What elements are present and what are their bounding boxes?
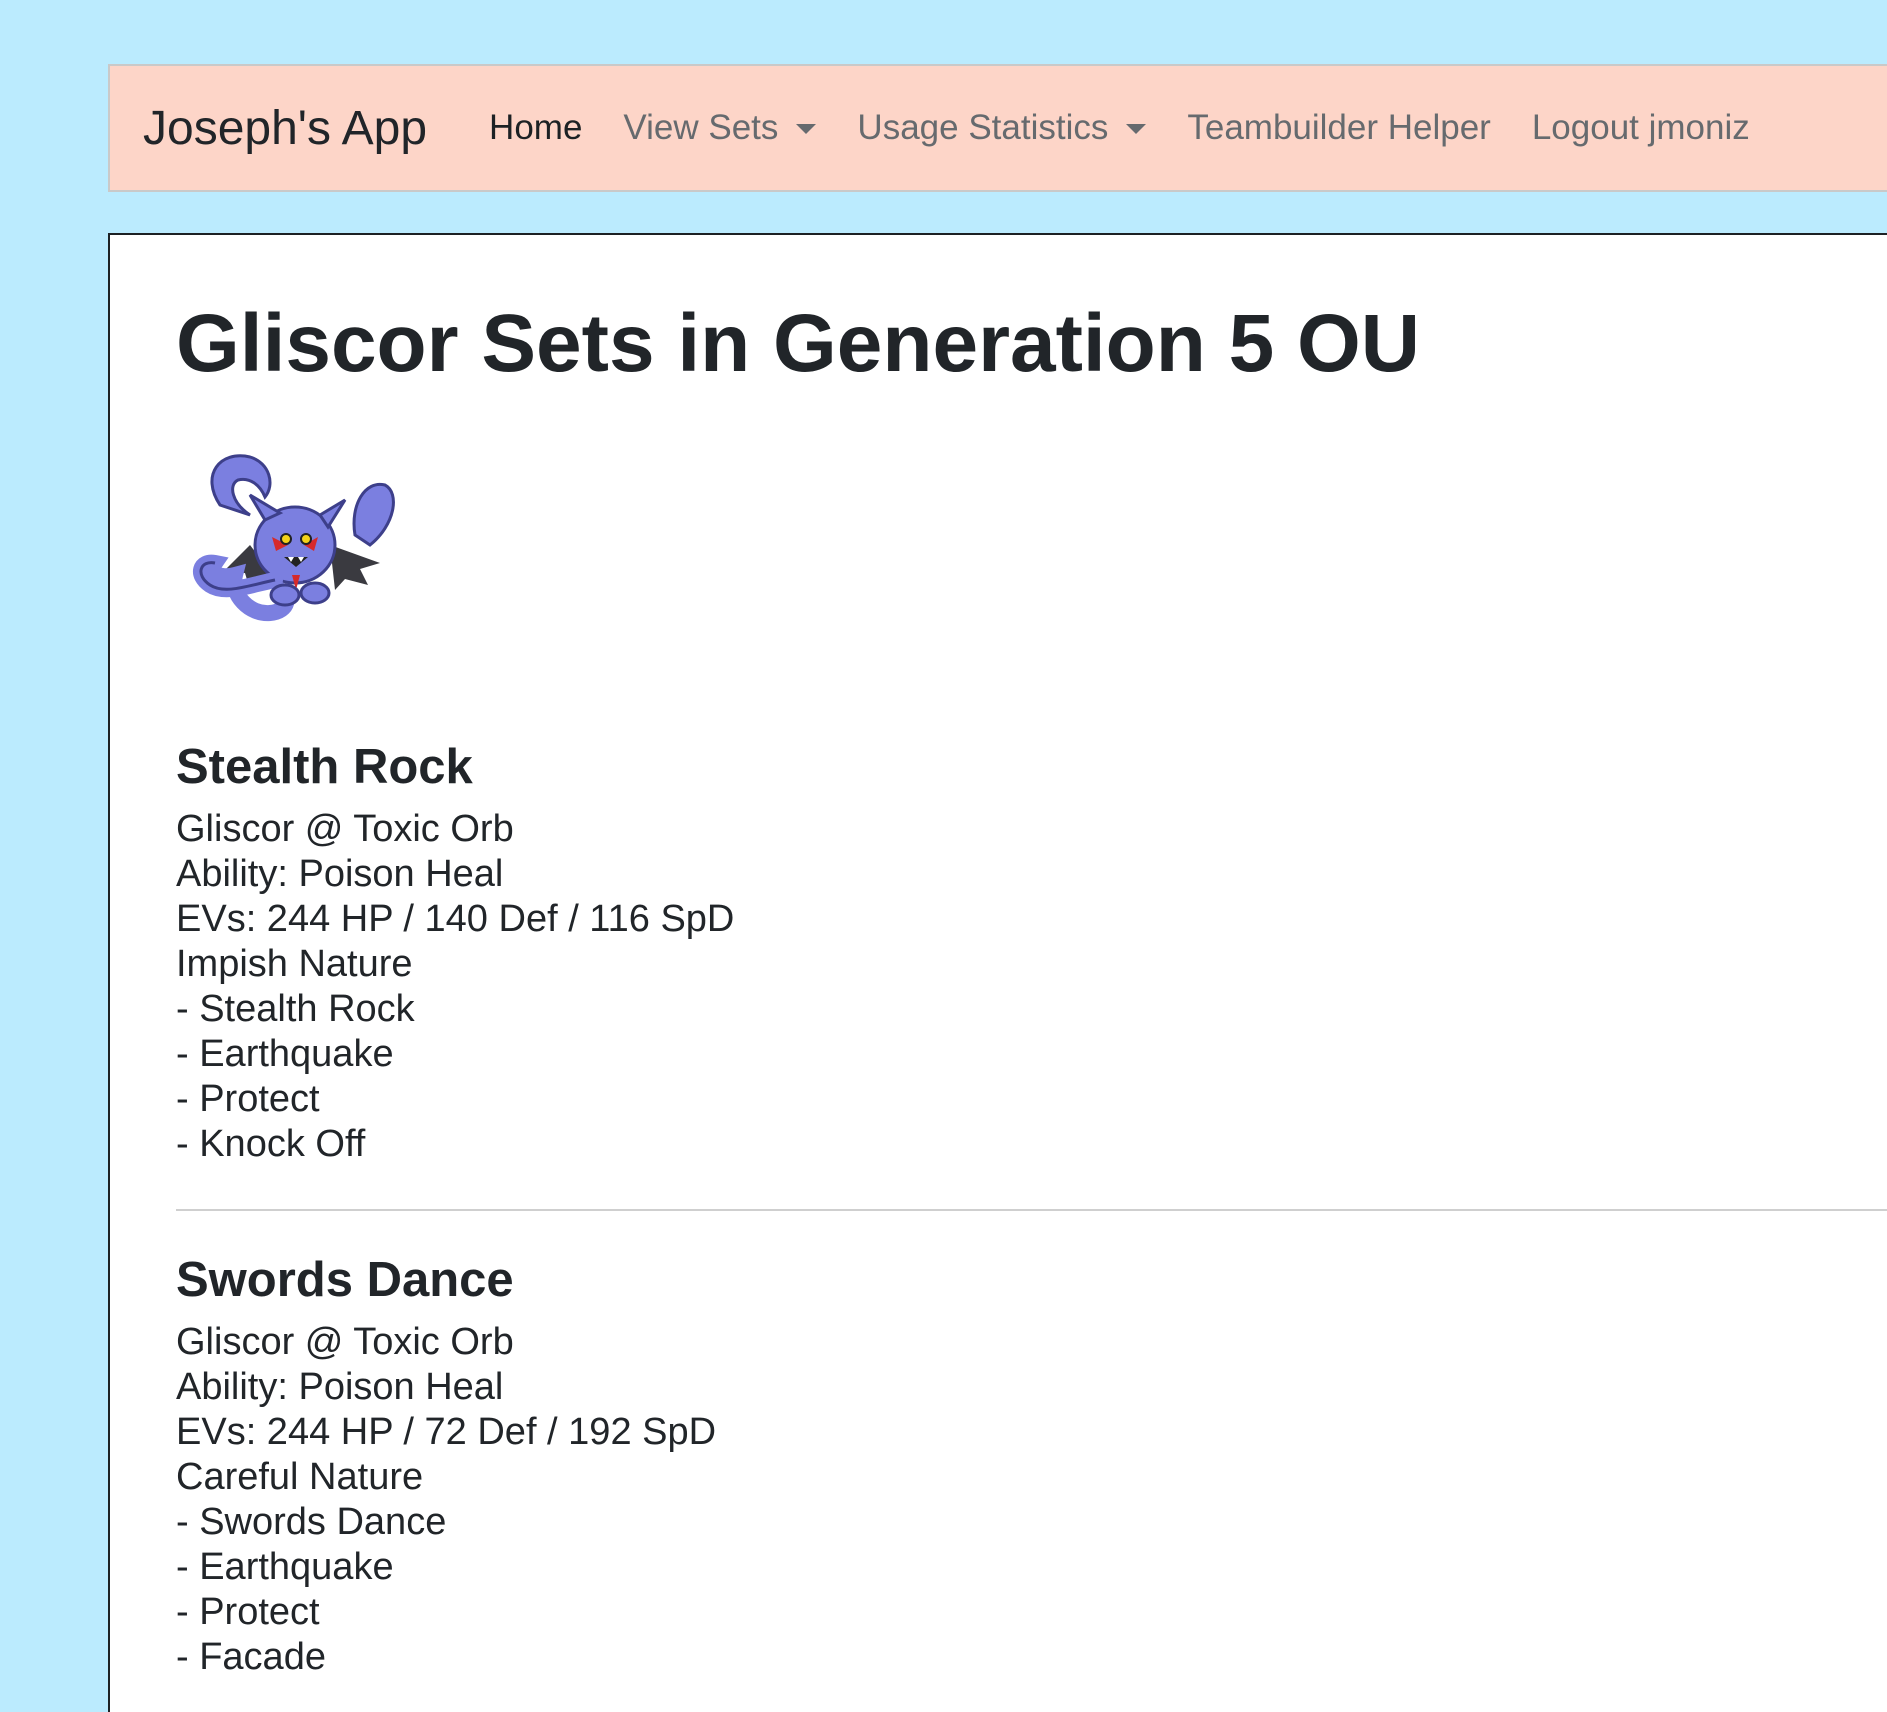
gliscor-sprite-icon [180, 445, 440, 645]
nav-teambuilder-helper-label: Teambuilder Helper [1187, 108, 1491, 147]
nav-view-sets-label: View Sets [623, 108, 779, 147]
main-content: Gliscor Sets in Generation 5 OU Stealth … [108, 233, 1887, 1712]
set-card-stealth-rock: Stealth Rock Gliscor @ Toxic Orb Ability… [176, 738, 1876, 1167]
set-divider [176, 1209, 1887, 1211]
set-nature-line: Careful Nature [176, 1455, 424, 1498]
set-evs-line: EVs: 244 HP / 140 Def / 116 SpD [176, 897, 735, 940]
set-move-line: - Protect [176, 1590, 320, 1633]
set-move-line: - Protect [176, 1077, 320, 1120]
nav-home[interactable]: Home [489, 108, 582, 148]
set-title: Swords Dance [176, 1253, 514, 1307]
top-navbar: Joseph's App Home View Sets Usage Statis… [108, 64, 1887, 192]
set-move-line: - Knock Off [176, 1122, 366, 1165]
set-move-line: - Stealth Rock [176, 987, 415, 1030]
set-nature-line: Impish Nature [176, 942, 413, 985]
set-card-swords-dance: Swords Dance Gliscor @ Toxic Orb Ability… [176, 1251, 1876, 1680]
set-title: Stealth Rock [176, 740, 473, 794]
set-ability-line: Ability: Poison Heal [176, 852, 504, 895]
nav-home-label: Home [489, 108, 583, 147]
set-move-line: - Earthquake [176, 1545, 394, 1588]
nav-view-sets-dropdown[interactable]: View Sets [623, 108, 817, 148]
set-move-line: - Earthquake [176, 1032, 394, 1075]
set-item-line: Gliscor @ Toxic Orb [176, 1320, 514, 1363]
set-ability-line: Ability: Poison Heal [176, 1365, 504, 1408]
set-move-line: - Swords Dance [176, 1500, 447, 1543]
nav-logout[interactable]: Logout jmoniz [1532, 108, 1750, 148]
nav-logout-label: Logout jmoniz [1531, 108, 1750, 147]
caret-down-icon [796, 124, 817, 134]
page-title: Gliscor Sets in Generation 5 OU [176, 298, 1421, 389]
set-evs-line: EVs: 244 HP / 72 Def / 192 SpD [176, 1410, 717, 1453]
caret-down-icon [1126, 124, 1147, 134]
nav-usage-statistics-dropdown[interactable]: Usage Statistics [857, 108, 1147, 148]
set-item-line: Gliscor @ Toxic Orb [176, 807, 514, 850]
brand-link[interactable]: Joseph's App [143, 101, 427, 156]
nav-teambuilder-helper[interactable]: Teambuilder Helper [1187, 108, 1490, 148]
set-move-line: - Facade [176, 1635, 326, 1678]
nav-usage-statistics-label: Usage Statistics [857, 108, 1109, 147]
